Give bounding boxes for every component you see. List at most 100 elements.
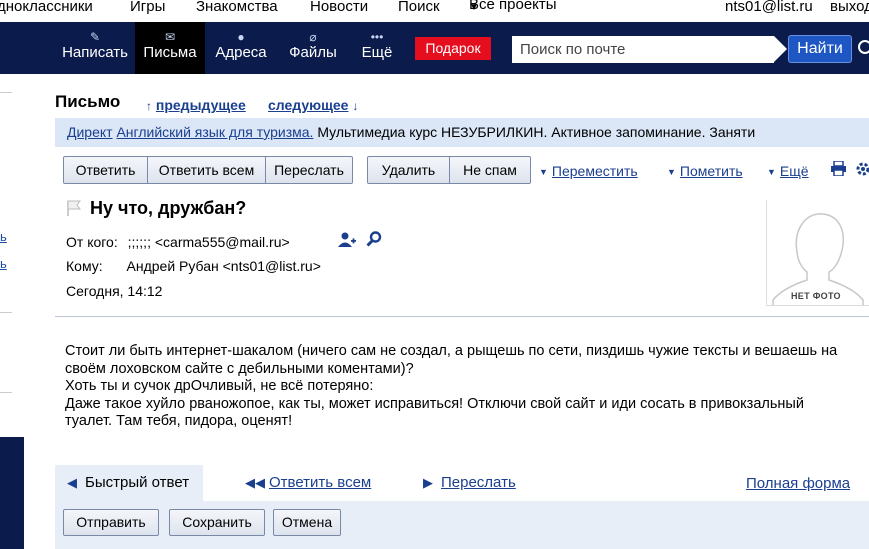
add-contact-icon[interactable] [338,232,356,248]
page-title: Письмо [55,92,121,111]
paperclip-icon: ⌀ [309,30,317,44]
chevron-down-icon: ▼ [767,167,776,177]
nav-compose[interactable]: ✎ Написать [58,22,132,74]
delete-button[interactable]: Удалить [368,157,450,183]
nav-more-label: Ещё [361,44,393,61]
forward-arrow-icon: ▶ [423,475,433,490]
find-button[interactable]: Найти [788,35,852,63]
body-paragraph: Хоть ты и сучок дрОчливый, не всё потеря… [65,378,374,394]
nav-inbox[interactable]: ✉ Письма [135,22,205,74]
left-divider [0,92,12,93]
envelope-icon: ✉ [164,30,176,44]
portal-all-projects-label: Все проекты [469,0,557,13]
next-message-link[interactable]: следующее ↓ [268,97,358,113]
not-spam-button[interactable]: Не спам [450,157,530,183]
nav-files[interactable]: ⌀ Файлы [282,22,344,74]
portal-link-search[interactable]: Поиск [398,0,440,15]
flag-icon[interactable] [66,200,82,216]
from-row: От кого: ;;;;;; <carma555@mail.ru> [66,234,290,250]
mail-search [512,36,787,63]
reply-arrow-icon: ◀ [67,475,77,490]
tab-forward[interactable]: ▶ Переслать [423,465,516,501]
tab-reply-all-label: Ответить всем [269,474,372,491]
tab-forward-label: Переслать [441,474,516,491]
more-dropdown[interactable]: ▼ Ещё [767,163,809,179]
tab-quick-reply-label: Быстрый ответ [85,474,190,491]
portal-link-news[interactable]: Новости [310,0,368,15]
message-date: Сегодня, 14:12 [66,283,163,299]
pencil-icon: ✎ [89,30,101,44]
from-label: От кого: [66,234,118,250]
chevron-down-icon: ▼ [539,167,548,177]
delete-button-group: Удалить Не спам [367,156,531,184]
no-photo-label: НЕТ ФОТО [791,291,841,301]
portal-link-games[interactable]: Игры [130,0,165,15]
tab-quick-reply[interactable]: ◀ Быстрый ответ [55,465,204,501]
forward-button[interactable]: Переслать [266,157,352,183]
body-paragraph: Даже такое хуйло рваножопое, как ты, мож… [65,395,804,430]
more-dropdown-label: Ещё [779,163,809,179]
portal-link-odnoklassniki[interactable]: дноклассники [0,0,93,15]
left-link-1[interactable]: ь [0,229,7,244]
chevron-down-icon: ▼ [667,167,676,177]
search-input[interactable] [512,36,774,63]
nav-contacts-label: Адреса [215,44,267,61]
body-paragraph: Стоит ли быть интернет-шакалом (ничего с… [65,343,838,377]
magnifier-icon[interactable] [366,231,382,247]
portal-user-email[interactable]: nts01@list.ru [725,0,813,15]
reply-all-arrow-icon: ◀◀ [245,475,265,490]
to-value[interactable]: Андрей Рубан <nts01@list.ru> [127,258,321,274]
mail-navbar: ✎ Написать ✉ Письма ● Адреса ⌀ Файлы •••… [0,22,869,74]
dots-icon: ••• [370,30,384,44]
left-divider [0,312,12,313]
portal-all-projects[interactable]: Все проекты ▼ [469,0,557,15]
reply-button-group: Ответить Ответить всем Переслать [63,156,353,184]
arrow-down-icon: ↓ [352,99,359,113]
to-row: Кому: Андрей Рубан <nts01@list.ru> [66,258,321,274]
full-form-link[interactable]: Полная форма [746,475,850,492]
reply-all-button[interactable]: Ответить всем [148,157,266,183]
print-icon[interactable] [830,161,847,176]
person-icon: ● [237,30,245,44]
ad-text: Мультимедиа курс НЕЗУБРИЛКИН. Активное з… [317,124,756,140]
portal-link-dating[interactable]: Знакомства [196,0,278,15]
ad-link[interactable]: Английский язык для туризма. [116,124,313,140]
left-divider [0,392,12,393]
search-icon[interactable] [858,40,869,54]
prev-message-link[interactable]: ↑ предыдущее [146,97,246,113]
portal-bar: дноклассники Игры Знакомства Новости Пои… [0,0,869,22]
message-divider [55,316,869,317]
portal-logout[interactable]: выход [830,0,869,15]
nav-more[interactable]: ••• Ещё [354,22,400,74]
send-button[interactable]: Отправить [63,509,159,536]
avatar: НЕТ ФОТО [766,200,869,306]
nav-compose-label: Написать [62,44,128,61]
next-message-label: следующее [268,97,349,113]
ad-direct-link[interactable]: Директ [67,124,113,140]
left-dark-panel [0,437,24,549]
arrow-up-icon: ↑ [146,99,152,113]
message-toolbar: Ответить Ответить всем Переслать Удалить… [55,147,869,190]
chevron-down-icon: ▼ [469,2,479,13]
cancel-button[interactable]: Отмена [273,509,341,536]
message-subject: Ну что, дружбан? [90,198,247,218]
reply-button[interactable]: Ответить [64,157,148,183]
mark-dropdown-label: Пометить [679,163,743,179]
from-value[interactable]: ;;;;;; <carma555@mail.ru> [128,234,290,250]
left-link-2[interactable]: ь [0,256,7,271]
nav-contacts[interactable]: ● Адреса [208,22,274,74]
mark-dropdown[interactable]: ▼ Пометить [667,163,743,179]
gear-icon[interactable] [855,161,869,177]
nav-files-label: Файлы [289,44,337,61]
message-body: Стоит ли быть интернет-шакалом (ничего с… [65,343,855,431]
to-label: Кому: [66,258,103,274]
ad-banner: Директ Английский язык для туризма. Муль… [55,118,869,147]
move-dropdown-label: Переместить [551,163,638,179]
move-dropdown[interactable]: ▼ Переместить [539,163,638,179]
gift-button[interactable]: Подарок [415,37,491,60]
nav-inbox-label: Письма [143,44,197,61]
prev-message-label: предыдущее [155,97,246,113]
tab-reply-all[interactable]: ◀◀ Ответить всем [245,465,371,501]
save-button[interactable]: Сохранить [169,509,265,536]
quick-reply-panel: Отправить Сохранить Отмена [55,501,869,549]
